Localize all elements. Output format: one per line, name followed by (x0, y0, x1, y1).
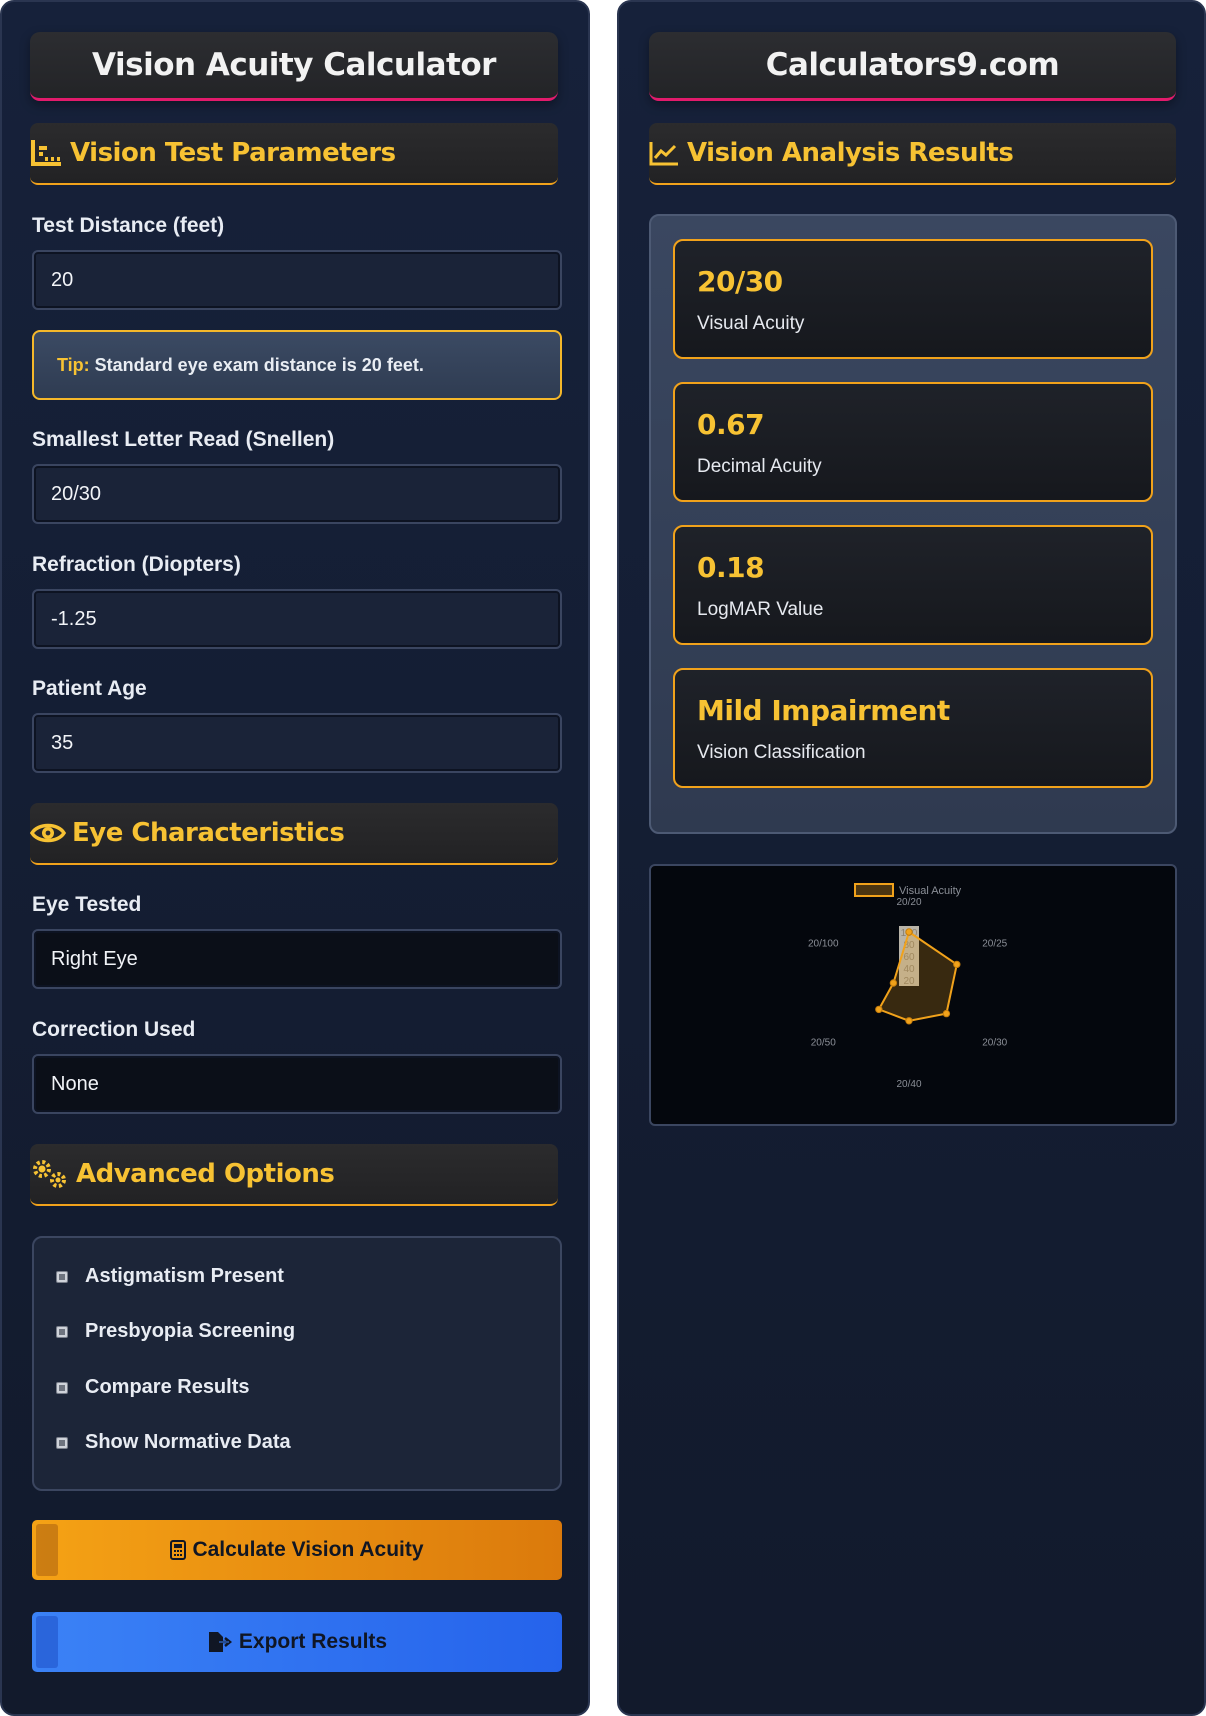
decimal-acuity-label: Decimal Acuity (697, 456, 822, 477)
patient-age-label: Patient Age (32, 677, 147, 700)
section-header-test-parameters: Vision Test Parameters (30, 123, 558, 185)
presbyopia-checkbox[interactable] (56, 1325, 68, 1338)
section-title: Vision Test Parameters (70, 138, 396, 168)
ruler-chart-icon (31, 140, 61, 166)
export-button[interactable]: Export Results (32, 1612, 562, 1672)
calculate-button-label: Calculate Vision Acuity (192, 1538, 424, 1561)
option-astigmatism[interactable]: Astigmatism Present (56, 1265, 284, 1288)
data-point (953, 960, 961, 969)
data-point (905, 1017, 913, 1025)
option-compare[interactable]: Compare Results (56, 1376, 250, 1399)
axis-label: 20/50 (811, 1038, 836, 1049)
legend-label: Visual Acuity (899, 885, 962, 897)
axis-label: 20/40 (896, 1079, 921, 1090)
eye-icon (30, 823, 66, 843)
patient-age-input[interactable]: 35 (32, 713, 562, 773)
radar-chart-container: Visual Acuity 20/20 20/25 20/30 20/40 20/50 20… (649, 864, 1177, 1126)
eye-tested-select[interactable]: Right Eye (32, 929, 562, 989)
snellen-label: Smallest Letter Read (Snellen) (32, 428, 335, 451)
option-label: Presbyopia Screening (85, 1320, 296, 1342)
normative-checkbox[interactable] (56, 1436, 68, 1449)
classification-label: Vision Classification (697, 742, 866, 763)
data-point (889, 979, 898, 987)
option-label: Show Normative Data (85, 1431, 291, 1453)
tip-label: Tip: (57, 354, 90, 375)
snellen-input[interactable]: 20/30 (32, 464, 562, 524)
calculate-button[interactable]: Calculate Vision Acuity (32, 1520, 562, 1580)
section-header-eye-characteristics: Eye Characteristics (30, 803, 558, 865)
section-title: Vision Analysis Results (687, 138, 1014, 168)
result-card-decimal-acuity: 0.67 Decimal Acuity (673, 382, 1153, 502)
export-file-icon (208, 1632, 232, 1652)
option-label: Compare Results (85, 1376, 250, 1398)
button-edge (36, 1524, 58, 1576)
results-panel: Calculators9.com Vision Analysis Results… (617, 0, 1206, 1716)
axis-label: 20/25 (982, 939, 1007, 950)
section-header-advanced-options: Advanced Options (30, 1144, 558, 1206)
option-label: Astigmatism Present (85, 1265, 284, 1287)
data-point (942, 1009, 951, 1018)
export-button-label: Export Results (238, 1630, 388, 1653)
input-panel: Vision Acuity Calculator Vision Test Par… (0, 0, 590, 1716)
advanced-options-list: Astigmatism Present Presbyopia Screening… (32, 1236, 562, 1491)
result-card-classification: Mild Impairment Vision Classification (673, 668, 1153, 788)
axis-label: 20/30 (982, 1038, 1007, 1049)
axis-label: 20/20 (896, 897, 921, 908)
compare-checkbox[interactable] (56, 1381, 68, 1394)
data-point (875, 1005, 883, 1014)
line-chart-icon (649, 142, 678, 166)
tip-box: Tip: Standard eye exam distance is 20 fe… (32, 330, 562, 400)
astigmatism-checkbox[interactable] (56, 1270, 68, 1283)
eye-tested-label: Eye Tested (32, 893, 142, 916)
calculator-title: Vision Acuity Calculator (30, 32, 558, 101)
refraction-label: Refraction (Diopters) (32, 553, 241, 576)
calculator-icon (170, 1540, 187, 1560)
site-title: Calculators9.com (649, 32, 1176, 101)
option-normative[interactable]: Show Normative Data (56, 1431, 291, 1454)
test-distance-label: Test Distance (feet) (32, 214, 225, 237)
option-presbyopia[interactable]: Presbyopia Screening (56, 1320, 295, 1343)
gears-icon (33, 1160, 66, 1188)
legend-swatch (854, 883, 894, 897)
data-point (905, 928, 913, 936)
result-card-logmar: 0.18 LogMAR Value (673, 525, 1153, 645)
refraction-input[interactable]: -1.25 (32, 589, 562, 649)
visual-acuity-value: 20/30 (697, 265, 783, 298)
series-area (877, 930, 958, 1022)
test-distance-input[interactable]: 20 (32, 250, 562, 310)
correction-label: Correction Used (32, 1018, 196, 1041)
section-title: Advanced Options (76, 1159, 335, 1189)
results-container: 20/30 Visual Acuity 0.67 Decimal Acuity … (649, 214, 1177, 834)
tip-text: Standard eye exam distance is 20 feet. (94, 354, 424, 375)
section-header-results: Vision Analysis Results (649, 123, 1176, 185)
correction-select[interactable]: None (32, 1054, 562, 1114)
radar-chart: Visual Acuity20/20 20/25 20/30 20/40 20/50 20… (808, 883, 1008, 1090)
button-edge (36, 1616, 58, 1668)
result-card-visual-acuity: 20/30 Visual Acuity (673, 239, 1153, 359)
section-title: Eye Characteristics (72, 818, 345, 848)
logmar-value: 0.18 (697, 551, 765, 584)
axis-label: 20/100 (808, 939, 839, 950)
visual-acuity-label: Visual Acuity (697, 313, 805, 334)
decimal-acuity-value: 0.67 (697, 408, 765, 441)
classification-value: Mild Impairment (697, 694, 950, 727)
logmar-label: LogMAR Value (697, 599, 824, 620)
